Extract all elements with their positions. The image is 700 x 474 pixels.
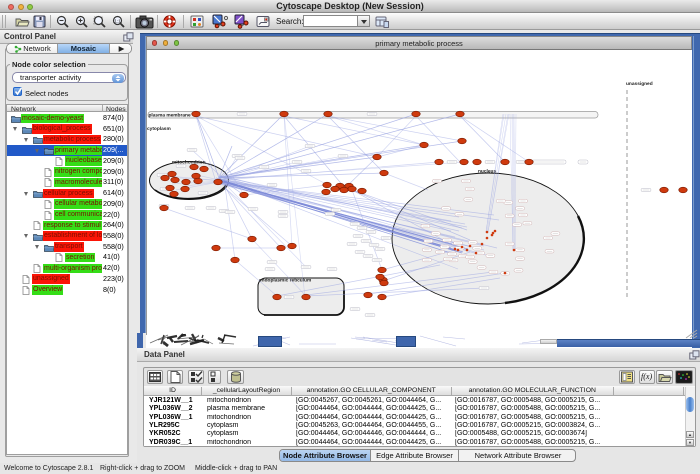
svg-text:cytoplasm: cytoplasm [147,126,171,132]
svg-text:plasma membrane: plasma membrane [149,113,191,119]
svg-text:nucleus: nucleus [478,169,496,175]
svg-text:unassigned: unassigned [626,81,653,87]
svg-text:1:1: 1:1 [114,19,121,24]
